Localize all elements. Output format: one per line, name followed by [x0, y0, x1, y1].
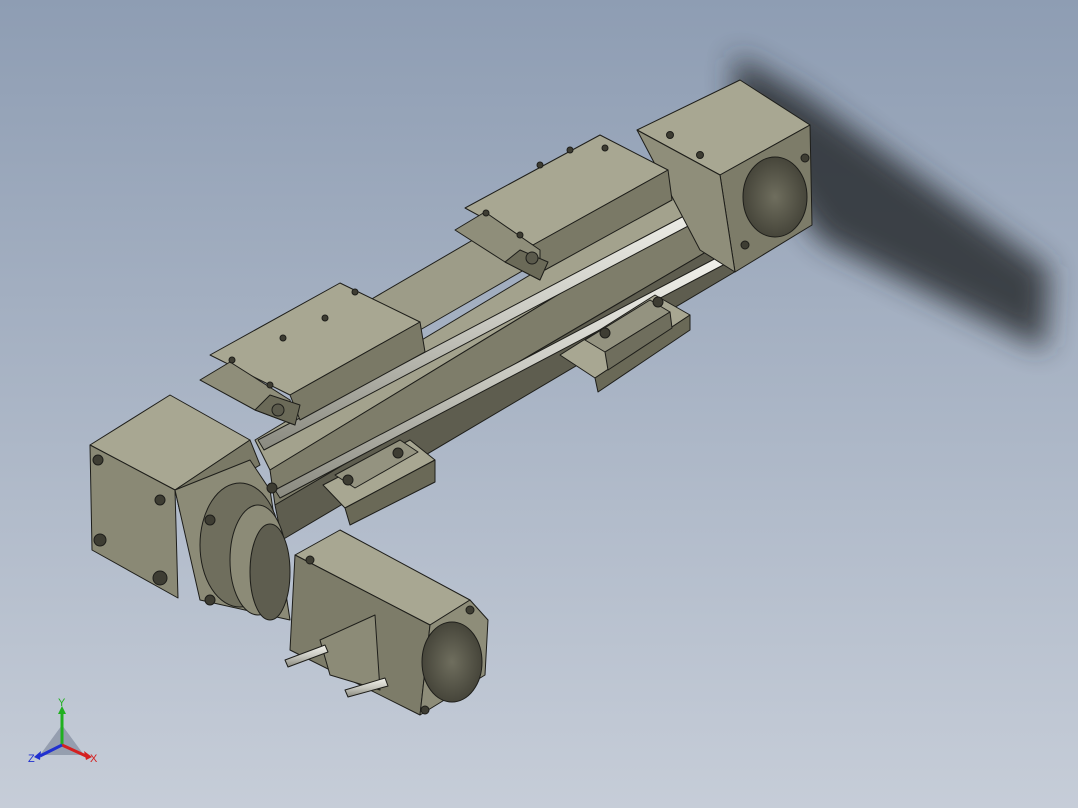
end-cap-icon: [742, 156, 808, 238]
triad-z-label: Z: [28, 753, 35, 765]
triad-x-label: X: [90, 753, 98, 765]
gearbox[interactable]: [174, 459, 291, 621]
motor-face-icon: [421, 621, 483, 703]
linear-actuator-model[interactable]: [89, 79, 813, 716]
cad-3d-viewport[interactable]: X Y Z: [0, 0, 1078, 808]
triad-y-label: Y: [58, 697, 66, 709]
orientation-triad[interactable]: X Y Z: [28, 697, 98, 765]
servo-motor[interactable]: [289, 529, 489, 716]
triad-z-arrow: [34, 751, 41, 760]
